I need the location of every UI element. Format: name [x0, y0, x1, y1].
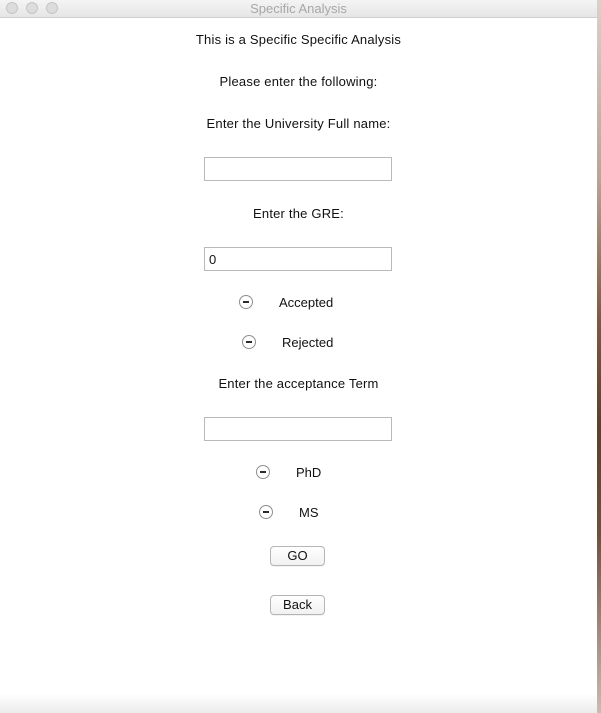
desktop-background-edge	[597, 0, 601, 713]
indeterminate-radio-icon[interactable]	[256, 465, 270, 479]
acceptance-term-label: Enter the acceptance Term	[218, 376, 379, 391]
form-heading: This is a Specific Specific Analysis	[195, 32, 402, 47]
ms-radio-label[interactable]: MS	[299, 505, 319, 520]
instruction-label: Please enter the following:	[219, 74, 378, 89]
ms-radio-option[interactable]: MS	[259, 502, 319, 522]
accepted-radio-option[interactable]: Accepted	[239, 292, 333, 312]
phd-radio-label[interactable]: PhD	[296, 465, 321, 480]
title-bar: Specific Analysis	[0, 0, 597, 18]
university-name-input[interactable]	[204, 157, 392, 181]
window-bottom-edge	[0, 694, 597, 713]
phd-radio-option[interactable]: PhD	[256, 462, 321, 482]
indeterminate-radio-icon[interactable]	[242, 335, 256, 349]
back-button[interactable]: Back	[270, 595, 325, 615]
university-name-label: Enter the University Full name:	[206, 116, 391, 131]
indeterminate-radio-icon[interactable]	[259, 505, 273, 519]
go-button[interactable]: GO	[270, 546, 325, 566]
rejected-radio-option[interactable]: Rejected	[242, 332, 333, 352]
accepted-radio-label[interactable]: Accepted	[279, 295, 333, 310]
rejected-radio-label[interactable]: Rejected	[282, 335, 333, 350]
form-panel: This is a Specific Specific Analysis Ple…	[0, 18, 597, 694]
gre-input[interactable]	[204, 247, 392, 271]
gre-label: Enter the GRE:	[253, 206, 344, 221]
acceptance-term-input[interactable]	[204, 417, 392, 441]
window-title: Specific Analysis	[250, 1, 347, 16]
indeterminate-radio-icon[interactable]	[239, 295, 253, 309]
specific-analysis-window: Specific Analysis This is a Specific Spe…	[0, 0, 601, 713]
